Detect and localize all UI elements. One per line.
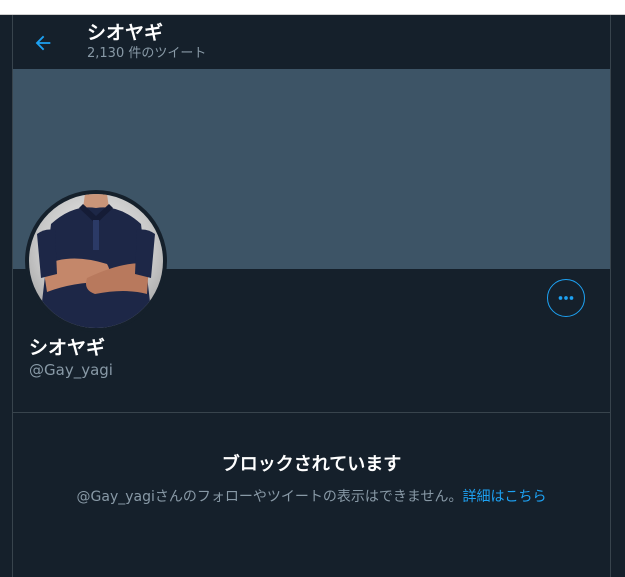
profile-header-bar: シオヤギ 2,130 件のツイート bbox=[13, 15, 610, 68]
blocked-description: @Gay_yagiさんのフォローやツイートの表示はできません。詳細はこちら bbox=[13, 487, 610, 507]
avatar-photo bbox=[37, 194, 155, 328]
primary-column: シオヤギ 2,130 件のツイート シオヤギ @Gay_yagi ブロックされて… bbox=[12, 15, 611, 577]
avatar-image bbox=[29, 194, 163, 328]
avatar[interactable] bbox=[25, 190, 167, 332]
section-divider bbox=[13, 412, 610, 413]
header-display-name: シオヤギ bbox=[87, 22, 164, 44]
arrow-left-icon bbox=[35, 35, 51, 51]
back-button[interactable] bbox=[27, 27, 59, 59]
blocked-title: ブロックされています bbox=[221, 454, 402, 475]
blocked-description-text: @Gay_yagiさんのフォローやツイートの表示はできません。 bbox=[76, 489, 463, 505]
browser-top-strip bbox=[0, 0, 625, 15]
profile-display-name: シオヤギ bbox=[29, 337, 106, 359]
more-options-button[interactable] bbox=[547, 279, 585, 317]
profile-handle: @Gay_yagi bbox=[29, 361, 113, 379]
twitter-page: シオヤギ 2,130 件のツイート シオヤギ @Gay_yagi ブロックされて… bbox=[0, 15, 625, 577]
header-tweet-count: 2,130 件のツイート bbox=[87, 46, 207, 61]
learn-more-link[interactable]: 詳細はこちら bbox=[462, 489, 546, 505]
more-options-icon bbox=[558, 296, 574, 300]
